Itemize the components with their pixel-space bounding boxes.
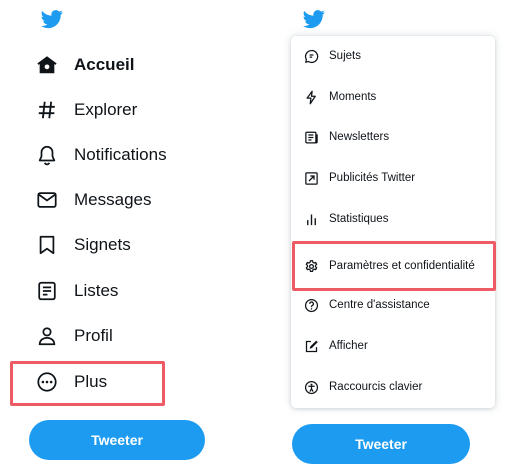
menu-item-newsletters[interactable]: Newsletters (291, 117, 495, 157)
menu-label: Paramètres et confidentialité (329, 260, 475, 272)
nav-label: Signets (74, 235, 131, 254)
menu-label: Afficher (329, 340, 368, 352)
menu-item-keyboard-shortcuts[interactable]: Raccourcis clavier (291, 367, 495, 407)
menu-label: Newsletters (329, 131, 390, 143)
menu-label: Statistiques (329, 213, 389, 225)
more-circle-icon (36, 371, 58, 393)
edit-display-icon (304, 339, 319, 354)
help-icon (304, 298, 319, 313)
nav-label: Messages (74, 190, 152, 209)
menu-item-moments[interactable]: Moments (291, 77, 495, 117)
tweet-button[interactable]: Tweeter (292, 424, 470, 464)
gear-icon (304, 259, 319, 274)
twitter-logo-icon[interactable] (39, 8, 65, 30)
menu-item-analytics[interactable]: Statistiques (291, 199, 495, 239)
menu-label: Sujets (329, 50, 361, 62)
nav-label: Explorer (74, 100, 138, 119)
person-icon (36, 325, 58, 347)
bar-chart-icon (304, 212, 319, 227)
menu-label: Raccourcis clavier (329, 381, 423, 393)
twitter-logo-icon[interactable] (301, 8, 327, 30)
nav-item-profile[interactable]: Profil (36, 318, 113, 354)
nav-item-bookmarks[interactable]: Signets (36, 227, 131, 263)
nav-label: Notifications (74, 145, 167, 164)
menu-label: Moments (329, 91, 377, 103)
menu-item-twitter-ads[interactable]: Publicités Twitter (291, 158, 495, 198)
menu-label: Publicités Twitter (329, 172, 416, 184)
nav-item-messages[interactable]: Messages (36, 182, 151, 218)
menu-item-settings-privacy[interactable]: Paramètres et confidentialité (291, 246, 495, 286)
nav-label: Profil (74, 326, 113, 345)
bookmark-icon (36, 234, 58, 256)
menu-item-display[interactable]: Afficher (291, 326, 495, 366)
envelope-icon (36, 189, 58, 211)
lightning-icon (304, 90, 319, 105)
nav-item-notifications[interactable]: Notifications (36, 137, 167, 173)
tweet-button[interactable]: Tweeter (29, 420, 205, 460)
menu-item-help-center[interactable]: Centre d'assistance (291, 285, 495, 325)
bell-icon (36, 144, 58, 166)
list-icon (36, 280, 58, 302)
home-icon (36, 54, 58, 76)
nav-label: Plus (74, 372, 108, 391)
more-menu: Sujets Moments Newsletters Publicités Tw… (291, 36, 495, 408)
menu-item-topics[interactable]: Sujets (291, 36, 495, 76)
accessibility-icon (304, 380, 319, 395)
nav-label: Accueil (74, 55, 135, 74)
nav-item-home[interactable]: Accueil (36, 47, 134, 83)
menu-label: Centre d'assistance (329, 299, 430, 311)
hashtag-icon (36, 99, 58, 121)
newsletter-icon (304, 130, 319, 145)
external-arrow-icon (304, 171, 319, 186)
nav-item-more[interactable]: Plus (36, 364, 107, 400)
nav-item-explore[interactable]: Explorer (36, 92, 137, 128)
topics-icon (304, 49, 319, 64)
nav-item-lists[interactable]: Listes (36, 273, 118, 309)
nav-label: Listes (74, 281, 119, 300)
